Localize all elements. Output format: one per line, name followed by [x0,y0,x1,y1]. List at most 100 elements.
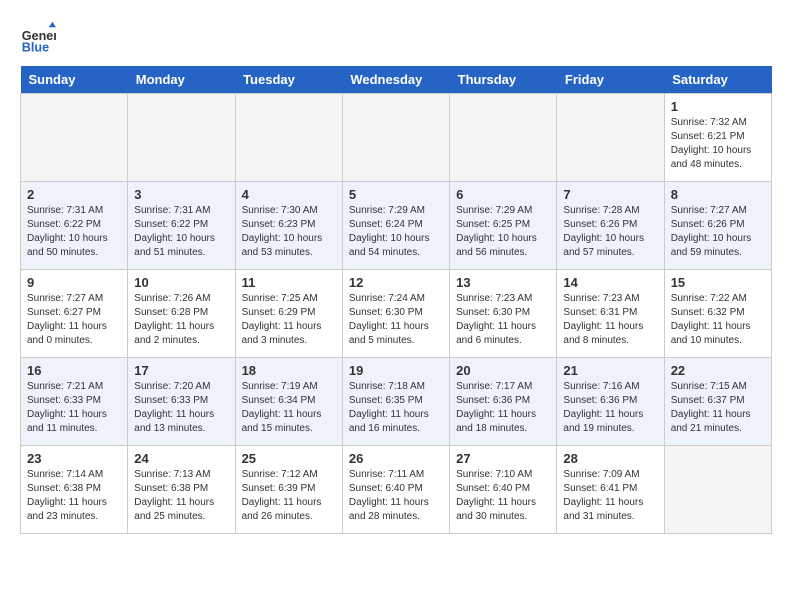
week-row-3: 9Sunrise: 7:27 AM Sunset: 6:27 PM Daylig… [21,270,772,358]
day-cell: 13Sunrise: 7:23 AM Sunset: 6:30 PM Dayli… [450,270,557,358]
day-cell: 19 Sunrise: 7:18 AM Sunset: 6:35 PM Dayli… [342,358,449,446]
day-number: 6 [456,187,550,202]
week-row-2: 2 Sunrise: 7:31 AM Sunset: 6:22 PM Daylig… [21,182,772,270]
day-number: 21 [563,363,657,378]
day-info: Sunrise: 7:21 AM Sunset: 6:33 PM Dayligh… [27,380,121,436]
day-header-monday: Monday [128,66,235,94]
day-cell: 8 Sunrise: 7:27 AM Sunset: 6:26 PM Daylig… [664,182,771,270]
day-cell [450,94,557,182]
day-number: 13 [456,275,550,290]
day-cell: 24 Sunrise: 7:13 AM Sunset: 6:38 PM Dayli… [128,446,235,534]
day-number: 20 [456,363,550,378]
day-cell: 10Sunrise: 7:26 AM Sunset: 6:28 PM Dayli… [128,270,235,358]
day-cell: 12 Sunrise: 7:24 AM Sunset: 6:30 PM Dayli… [342,270,449,358]
day-info: Sunrise: 7:18 AM Sunset: 6:35 PM Dayligh… [349,380,443,436]
day-number: 17 [134,363,228,378]
day-number: 8 [671,187,765,202]
day-info: Sunrise: 7:12 AM Sunset: 6:39 PM Dayligh… [242,468,336,524]
day-cell: 16 Sunrise: 7:21 AM Sunset: 6:33 PM Dayli… [21,358,128,446]
day-info: Sunrise: 7:29 AM Sunset: 6:25 PM Dayligh… [456,204,550,260]
day-number: 7 [563,187,657,202]
day-number: 9 [27,275,121,290]
day-number: 16 [27,363,121,378]
day-cell: 28 Sunrise: 7:09 AM Sunset: 6:41 PM Dayli… [557,446,664,534]
day-cell: 9Sunrise: 7:27 AM Sunset: 6:27 PM Daylig… [21,270,128,358]
day-header-sunday: Sunday [21,66,128,94]
logo-icon: General Blue [20,20,56,56]
day-number: 2 [27,187,121,202]
day-info: Sunrise: 7:23 AM Sunset: 6:31 PM Dayligh… [563,292,657,348]
day-info: Sunrise: 7:29 AM Sunset: 6:24 PM Dayligh… [349,204,443,260]
day-info: Sunrise: 7:30 AM Sunset: 6:23 PM Dayligh… [242,204,336,260]
day-number: 19 [349,363,443,378]
day-info: Sunrise: 7:31 AM Sunset: 6:22 PM Dayligh… [27,204,121,260]
day-cell: 6 Sunrise: 7:29 AM Sunset: 6:25 PM Daylig… [450,182,557,270]
day-info: Sunrise: 7:17 AM Sunset: 6:36 PM Dayligh… [456,380,550,436]
day-number: 22 [671,363,765,378]
day-number: 18 [242,363,336,378]
day-header-tuesday: Tuesday [235,66,342,94]
day-cell [21,94,128,182]
day-info: Sunrise: 7:31 AM Sunset: 6:22 PM Dayligh… [134,204,228,260]
day-number: 5 [349,187,443,202]
day-header-saturday: Saturday [664,66,771,94]
day-cell: 7Sunrise: 7:28 AM Sunset: 6:26 PM Daylig… [557,182,664,270]
day-cell: 15 Sunrise: 7:22 AM Sunset: 6:32 PM Dayli… [664,270,771,358]
day-number: 4 [242,187,336,202]
day-cell: 1 Sunrise: 7:32 AM Sunset: 6:21 PM Daylig… [664,94,771,182]
day-header-friday: Friday [557,66,664,94]
day-number: 24 [134,451,228,466]
day-cell [128,94,235,182]
day-info: Sunrise: 7:27 AM Sunset: 6:26 PM Dayligh… [671,204,765,260]
week-row-1: 1 Sunrise: 7:32 AM Sunset: 6:21 PM Daylig… [21,94,772,182]
day-info: Sunrise: 7:14 AM Sunset: 6:38 PM Dayligh… [27,468,121,524]
day-number: 25 [242,451,336,466]
day-number: 12 [349,275,443,290]
logo: General Blue [20,20,56,56]
day-cell: 22 Sunrise: 7:15 AM Sunset: 6:37 PM Dayli… [664,358,771,446]
day-cell: 11 Sunrise: 7:25 AM Sunset: 6:29 PM Dayli… [235,270,342,358]
day-cell: 5 Sunrise: 7:29 AM Sunset: 6:24 PM Daylig… [342,182,449,270]
day-number: 11 [242,275,336,290]
day-cell: 21 Sunrise: 7:16 AM Sunset: 6:36 PM Dayli… [557,358,664,446]
day-info: Sunrise: 7:22 AM Sunset: 6:32 PM Dayligh… [671,292,765,348]
day-header-thursday: Thursday [450,66,557,94]
day-info: Sunrise: 7:20 AM Sunset: 6:33 PM Dayligh… [134,380,228,436]
day-cell [235,94,342,182]
day-number: 3 [134,187,228,202]
day-number: 27 [456,451,550,466]
day-cell: 3 Sunrise: 7:31 AM Sunset: 6:22 PM Daylig… [128,182,235,270]
day-number: 14 [563,275,657,290]
day-number: 15 [671,275,765,290]
day-info: Sunrise: 7:24 AM Sunset: 6:30 PM Dayligh… [349,292,443,348]
calendar-table: SundayMondayTuesdayWednesdayThursdayFrid… [20,66,772,534]
day-cell: 26 Sunrise: 7:11 AM Sunset: 6:40 PM Dayli… [342,446,449,534]
day-cell [342,94,449,182]
day-cell [664,446,771,534]
day-cell: 18Sunrise: 7:19 AM Sunset: 6:34 PM Dayli… [235,358,342,446]
day-info: Sunrise: 7:25 AM Sunset: 6:29 PM Dayligh… [242,292,336,348]
svg-text:Blue: Blue [22,41,49,55]
week-row-5: 23Sunrise: 7:14 AM Sunset: 6:38 PM Dayli… [21,446,772,534]
day-cell [557,94,664,182]
day-cell: 20 Sunrise: 7:17 AM Sunset: 6:36 PM Dayli… [450,358,557,446]
day-cell: 14 Sunrise: 7:23 AM Sunset: 6:31 PM Dayli… [557,270,664,358]
day-info: Sunrise: 7:10 AM Sunset: 6:40 PM Dayligh… [456,468,550,524]
day-info: Sunrise: 7:16 AM Sunset: 6:36 PM Dayligh… [563,380,657,436]
day-number: 1 [671,99,765,114]
day-info: Sunrise: 7:13 AM Sunset: 6:38 PM Dayligh… [134,468,228,524]
day-info: Sunrise: 7:11 AM Sunset: 6:40 PM Dayligh… [349,468,443,524]
day-cell: 27 Sunrise: 7:10 AM Sunset: 6:40 PM Dayli… [450,446,557,534]
day-info: Sunrise: 7:32 AM Sunset: 6:21 PM Dayligh… [671,116,765,172]
day-cell: 2 Sunrise: 7:31 AM Sunset: 6:22 PM Daylig… [21,182,128,270]
day-number: 28 [563,451,657,466]
week-row-4: 16 Sunrise: 7:21 AM Sunset: 6:33 PM Dayli… [21,358,772,446]
day-header-wednesday: Wednesday [342,66,449,94]
day-info: Sunrise: 7:09 AM Sunset: 6:41 PM Dayligh… [563,468,657,524]
header: General Blue [20,20,772,56]
day-header-row: SundayMondayTuesdayWednesdayThursdayFrid… [21,66,772,94]
day-cell: 23Sunrise: 7:14 AM Sunset: 6:38 PM Dayli… [21,446,128,534]
day-cell: 17 Sunrise: 7:20 AM Sunset: 6:33 PM Dayli… [128,358,235,446]
day-info: Sunrise: 7:15 AM Sunset: 6:37 PM Dayligh… [671,380,765,436]
day-number: 26 [349,451,443,466]
